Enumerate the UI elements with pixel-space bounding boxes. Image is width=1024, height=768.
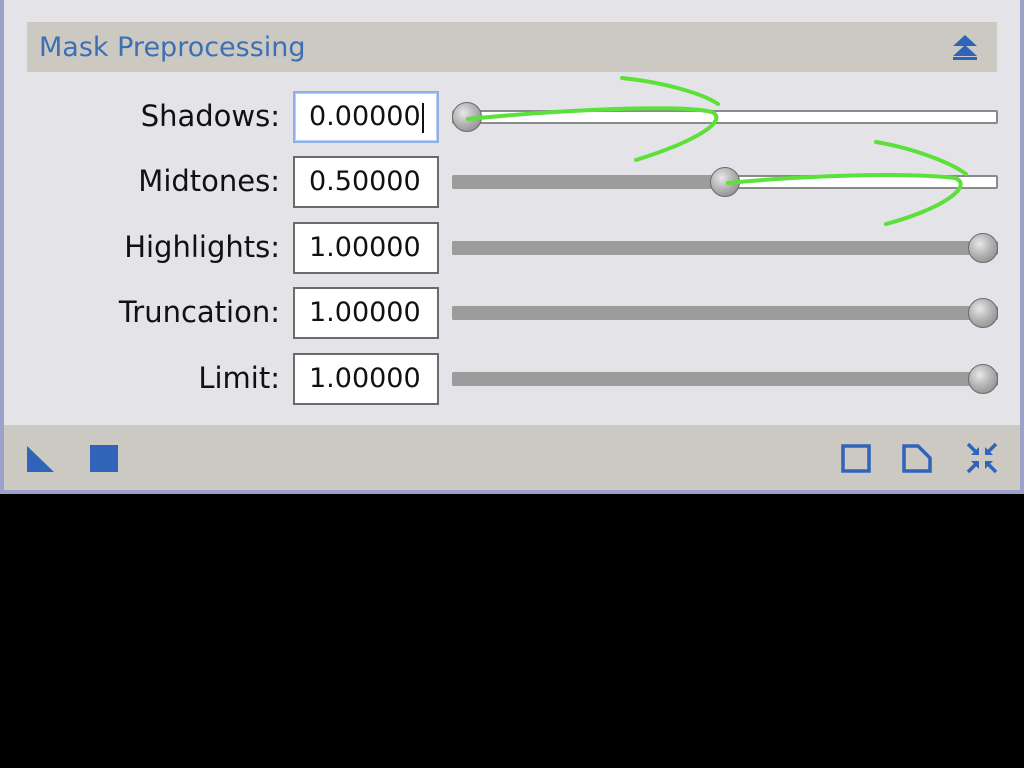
- truncation-label: Truncation:: [118, 295, 280, 329]
- shadows-value: 0.00000: [309, 101, 421, 132]
- slider-thumb[interactable]: [968, 298, 998, 328]
- truncation-slider[interactable]: [452, 298, 998, 328]
- text-caret: [421, 102, 424, 133]
- collapse-up-icon[interactable]: [951, 33, 979, 61]
- row-truncation: Truncation: 1.00000: [4, 287, 1020, 341]
- highlights-slider[interactable]: [452, 233, 998, 263]
- slider-fill: [452, 306, 983, 320]
- slider-thumb[interactable]: [710, 167, 740, 197]
- limit-input[interactable]: 1.00000: [293, 353, 439, 405]
- footer-toolbar: [4, 425, 1020, 490]
- row-highlights: Highlights: 1.00000: [4, 222, 1020, 276]
- midtones-slider[interactable]: [452, 167, 998, 197]
- description-icon[interactable]: [901, 442, 933, 474]
- shadows-slider[interactable]: [452, 102, 998, 132]
- apply-icon[interactable]: [88, 442, 120, 474]
- limit-slider[interactable]: [452, 364, 998, 394]
- preview-icon[interactable]: [840, 442, 872, 474]
- slider-fill: [452, 241, 983, 255]
- section-title: Mask Preprocessing: [39, 32, 306, 63]
- shadows-input[interactable]: 0.00000: [293, 91, 439, 143]
- truncation-input[interactable]: 1.00000: [293, 287, 439, 339]
- slider-thumb[interactable]: [452, 102, 482, 132]
- shadows-label: Shadows:: [140, 99, 280, 133]
- slider-track: [452, 110, 998, 124]
- slider-thumb[interactable]: [968, 233, 998, 263]
- slider-fill: [452, 372, 983, 386]
- section-header[interactable]: Mask Preprocessing: [27, 22, 997, 72]
- row-limit: Limit: 1.00000: [4, 353, 1020, 407]
- new-instance-icon[interactable]: [24, 442, 56, 474]
- slider-fill: [452, 175, 725, 189]
- row-midtones: Midtones: 0.50000: [4, 156, 1020, 210]
- process-window: Mask Preprocessing Shadows: 0.00000 Midt…: [0, 0, 1024, 494]
- highlights-input[interactable]: 1.00000: [293, 222, 439, 274]
- slider-thumb[interactable]: [968, 364, 998, 394]
- midtones-label: Midtones:: [138, 164, 280, 198]
- limit-label: Limit:: [198, 361, 280, 395]
- reset-icon[interactable]: [966, 442, 998, 474]
- row-shadows: Shadows: 0.00000: [4, 91, 1020, 145]
- highlights-label: Highlights:: [124, 230, 280, 264]
- midtones-input[interactable]: 0.50000: [293, 156, 439, 208]
